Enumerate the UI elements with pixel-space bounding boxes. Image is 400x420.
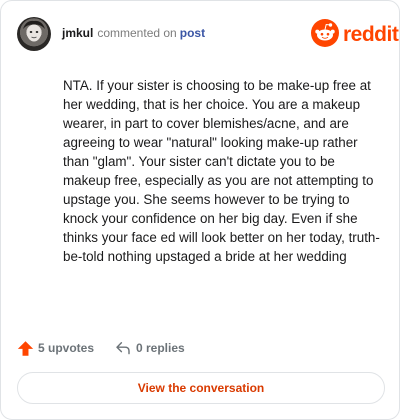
reply-count: 0 replies xyxy=(136,341,185,355)
reddit-snoo-icon xyxy=(311,19,339,47)
commented-on-label: commented on xyxy=(97,26,177,40)
upvote-count: 5 upvotes xyxy=(38,341,95,355)
reply-button[interactable]: 0 replies xyxy=(115,337,185,359)
reddit-logo[interactable]: reddit xyxy=(311,19,399,49)
post-link[interactable]: post xyxy=(180,26,205,40)
comment-embed-card: jmkul commented on post reddit NTA. If you… xyxy=(0,0,400,420)
user-avatar[interactable] xyxy=(17,17,51,51)
comment-body: NTA. If your sister is choosing to be ma… xyxy=(63,78,380,264)
reddit-wordmark: reddit xyxy=(343,23,399,46)
comment-byline: jmkul commented on post xyxy=(62,26,205,40)
username-link[interactable]: jmkul xyxy=(62,26,93,40)
upvote-button[interactable]: 5 upvotes xyxy=(17,337,94,359)
avatar-face-icon xyxy=(23,20,45,42)
comment-header: jmkul commented on post reddit xyxy=(17,17,399,51)
view-conversation-button[interactable]: View the conversation xyxy=(17,372,385,404)
upvote-arrow-icon xyxy=(17,340,34,356)
comment-actions: 5 upvotes 0 replies xyxy=(17,337,385,359)
reply-arrow-icon xyxy=(116,342,130,355)
